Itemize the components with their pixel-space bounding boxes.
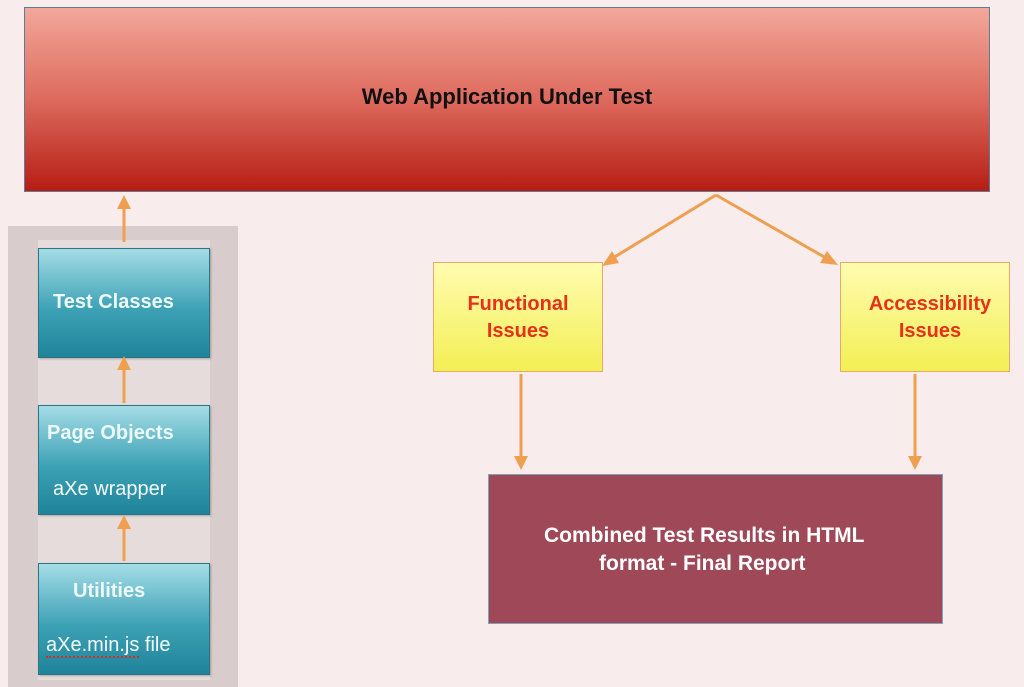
arrowhead-functional-to-report	[514, 456, 528, 470]
arrows-layer	[117, 193, 922, 561]
arrowhead-utilities-to-page-objects	[117, 515, 131, 529]
arrow-app-to-accessibility	[715, 193, 827, 260]
arrowhead-page-objects-to-test-classes	[117, 356, 131, 370]
arrow-app-to-functional	[612, 193, 717, 260]
arrowhead-accessibility-to-report	[908, 456, 922, 470]
arrow-group	[117, 193, 922, 561]
arrowhead-app-to-functional	[602, 251, 619, 266]
arrowhead-app-to-accessibility	[820, 251, 838, 265]
arrowhead-test-classes-to-app	[117, 195, 131, 209]
